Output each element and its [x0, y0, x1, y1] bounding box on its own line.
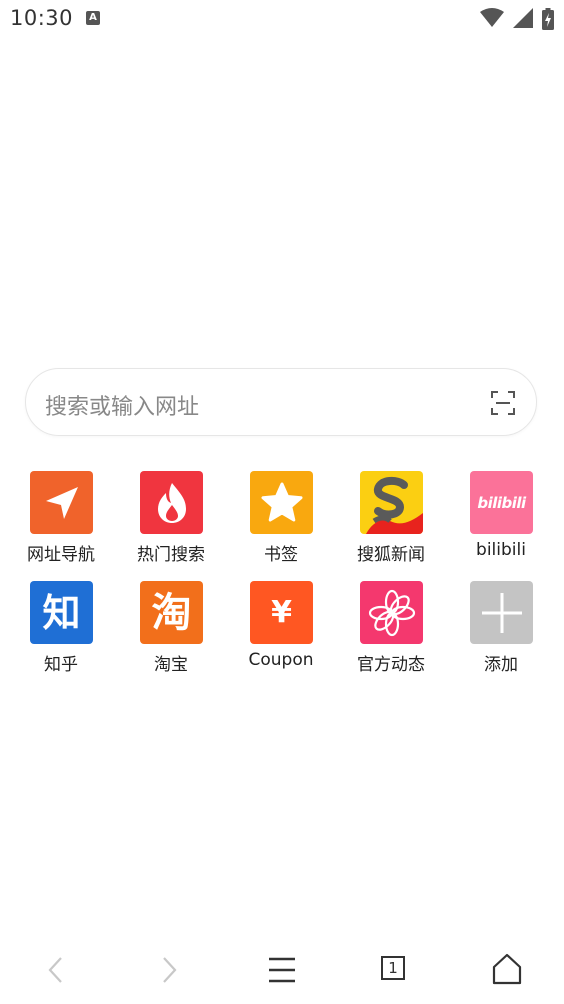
taobao-logo-icon: 淘: [140, 581, 203, 644]
search-input[interactable]: 搜索或输入网址: [45, 389, 199, 421]
status-icons: [476, 8, 554, 30]
star-icon: [250, 471, 313, 534]
cell-signal-icon: [512, 8, 533, 28]
shortcut-label: 知乎: [44, 655, 78, 675]
shortcut-sohu-news[interactable]: 搜狐新闻: [336, 471, 446, 581]
shortcut-zhihu[interactable]: 知 知乎: [6, 581, 116, 691]
browser-home-screen: 10:30 A 搜索或输入网址 网址导航 热门搜索 书签 搜狐新闻 bilibi…: [0, 0, 564, 1004]
battery-charging-icon: [542, 8, 554, 30]
zhihu-logo-text: 知: [42, 590, 81, 635]
shortcut-label: 添加: [484, 655, 518, 675]
shortcut-hot-search[interactable]: 热门搜索: [116, 471, 226, 581]
status-bar: 10:30 A: [0, 0, 564, 40]
back-arrow-icon: [48, 957, 62, 983]
shortcut-label: 网址导航: [27, 545, 95, 565]
navigation-arrow-icon: [30, 471, 93, 534]
menu-icon: [269, 957, 295, 983]
yen-icon: ¥: [250, 581, 313, 644]
notification-a-icon: A: [86, 11, 100, 25]
tabs-count: 1: [388, 959, 398, 977]
zhihu-logo-icon: 知: [30, 581, 93, 644]
flower-logo-icon: [360, 581, 423, 644]
home-icon: [492, 953, 522, 985]
shortcut-label: 淘宝: [154, 655, 188, 675]
shortcut-official-news[interactable]: 官方动态: [336, 581, 446, 691]
shortcut-coupon[interactable]: ¥ Coupon: [226, 581, 336, 691]
shortcut-bookmarks[interactable]: 书签: [226, 471, 336, 581]
status-time: 10:30: [10, 6, 74, 30]
flame-icon: [140, 471, 203, 534]
shortcut-label: 搜狐新闻: [357, 545, 425, 565]
forward-arrow-icon: [163, 957, 177, 983]
shortcut-label: bilibili: [476, 540, 526, 560]
plus-icon: [470, 581, 533, 644]
bottom-nav-bar: 1: [0, 940, 564, 996]
bilibili-logo-icon: bilibili: [470, 471, 533, 534]
search-bar[interactable]: 搜索或输入网址: [25, 368, 537, 436]
back-button[interactable]: [36, 950, 76, 990]
forward-button[interactable]: [149, 950, 189, 990]
wifi-icon: [479, 8, 504, 27]
tabs-icon: 1: [381, 956, 405, 980]
tabs-button[interactable]: 1: [374, 950, 414, 990]
shortcut-label: 官方动态: [357, 655, 425, 675]
bilibili-logo-text: bilibili: [477, 493, 526, 512]
menu-button[interactable]: [262, 950, 302, 990]
shortcut-taobao[interactable]: 淘 淘宝: [116, 581, 226, 691]
shortcut-bilibili[interactable]: bilibili bilibili: [446, 471, 556, 581]
shortcut-label: 热门搜索: [137, 545, 205, 565]
yen-symbol: ¥: [271, 594, 292, 630]
shortcut-label: 书签: [264, 545, 298, 565]
taobao-logo-text: 淘: [151, 589, 192, 636]
shortcut-add[interactable]: 添加: [446, 581, 556, 691]
home-button[interactable]: [487, 950, 527, 990]
shortcut-web-nav[interactable]: 网址导航: [6, 471, 116, 581]
shortcut-label: Coupon: [248, 650, 314, 670]
scan-icon[interactable]: [491, 391, 515, 415]
sohu-logo-icon: [360, 471, 423, 534]
